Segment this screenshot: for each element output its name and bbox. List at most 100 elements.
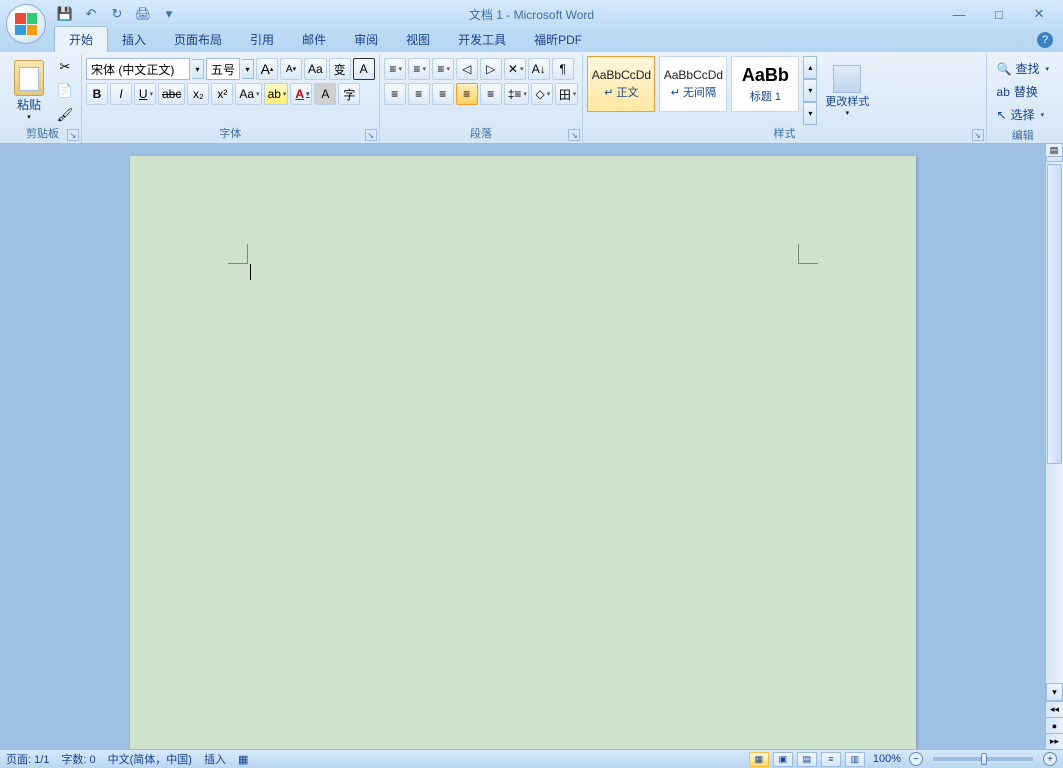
outline-view-button[interactable]: ≡ xyxy=(821,752,841,767)
font-launcher[interactable]: ↘ xyxy=(365,129,377,141)
redo-icon[interactable]: ↻ xyxy=(108,5,126,23)
close-button[interactable]: ✕ xyxy=(1027,5,1051,23)
highlight-button[interactable]: ab▾ xyxy=(264,83,289,105)
save-icon[interactable]: 💾 xyxy=(56,5,74,23)
gallery-down-button[interactable]: ▾ xyxy=(803,79,817,102)
zoom-thumb[interactable] xyxy=(981,753,987,765)
tab-home[interactable]: 开始 xyxy=(54,26,108,52)
change-styles-button[interactable]: 更改样式 ▾ xyxy=(819,56,875,125)
quick-print-icon[interactable]: 🖨 xyxy=(134,5,152,23)
font-size-dropdown[interactable]: ▾ xyxy=(242,59,254,79)
clipboard-launcher[interactable]: ↘ xyxy=(67,129,79,141)
align-justify-button[interactable]: ≡ xyxy=(456,83,478,105)
font-name-input[interactable]: 宋体 (中文正文) xyxy=(86,58,190,80)
prev-page-button[interactable]: ◂◂ xyxy=(1046,701,1063,717)
cut-button[interactable]: ✂ xyxy=(54,57,76,77)
page[interactable] xyxy=(130,156,916,749)
character-border-button[interactable]: A xyxy=(353,58,375,80)
tab-mailings[interactable]: 邮件 xyxy=(288,27,340,52)
gallery-more-button[interactable]: ▾ xyxy=(803,102,817,125)
select-button[interactable]: ↖选择▾ xyxy=(993,104,1053,125)
font-name-dropdown[interactable]: ▾ xyxy=(192,59,204,79)
sort-button[interactable]: A↓ xyxy=(528,58,550,80)
clear-formatting-button[interactable]: Aa xyxy=(304,58,327,80)
ruler-toggle-button[interactable]: ▤ xyxy=(1045,143,1063,157)
zoom-in-button[interactable]: + xyxy=(1043,752,1057,766)
office-button[interactable] xyxy=(6,4,46,44)
document-viewport[interactable] xyxy=(0,144,1045,749)
tab-page-layout[interactable]: 页面布局 xyxy=(160,27,236,52)
style-heading-1[interactable]: AaBb 标题 1 xyxy=(731,56,799,112)
styles-launcher[interactable]: ↘ xyxy=(972,129,984,141)
maximize-button[interactable]: □ xyxy=(987,5,1011,23)
browse-object-button[interactable]: ● xyxy=(1046,717,1063,733)
superscript-button[interactable]: x² xyxy=(211,83,233,105)
line-spacing-button[interactable]: ‡≡▾ xyxy=(504,83,529,105)
full-screen-view-button[interactable]: ▣ xyxy=(773,752,793,767)
tab-developer[interactable]: 开发工具 xyxy=(444,27,520,52)
numbering-button[interactable]: ≡▾ xyxy=(408,58,430,80)
shading-button[interactable]: ◇▾ xyxy=(531,83,553,105)
style-normal[interactable]: AaBbCcDd ↵ 正文 xyxy=(587,56,655,112)
multilevel-list-button[interactable]: ≡▾ xyxy=(432,58,454,80)
show-marks-button[interactable]: ¶ xyxy=(552,58,574,80)
zoom-slider[interactable] xyxy=(933,757,1033,761)
paragraph-launcher[interactable]: ↘ xyxy=(568,129,580,141)
copy-button[interactable]: 📄 xyxy=(54,81,76,101)
group-editing: 🔍查找▾ ab替换 ↖选择▾ 编辑 xyxy=(987,54,1059,143)
align-right-button[interactable]: ≡ xyxy=(432,83,454,105)
decrease-indent-button[interactable]: ◁ xyxy=(456,58,478,80)
borders-button[interactable]: 田▾ xyxy=(555,83,579,105)
shrink-font-button[interactable]: A▾ xyxy=(280,58,302,80)
font-size-input[interactable]: 五号 xyxy=(206,58,240,80)
tab-insert[interactable]: 插入 xyxy=(108,27,160,52)
tab-review[interactable]: 审阅 xyxy=(340,27,392,52)
status-macro-icon[interactable]: ▦ xyxy=(238,753,248,766)
tab-foxit-pdf[interactable]: 福昕PDF xyxy=(520,27,596,52)
qat-customize-icon[interactable]: ▾ xyxy=(160,5,178,23)
status-language[interactable]: 中文(简体，中国) xyxy=(108,751,192,767)
bullets-button[interactable]: ≡▾ xyxy=(384,58,406,80)
paste-button[interactable]: 粘贴 ▾ xyxy=(8,56,50,125)
character-shading-button[interactable]: A xyxy=(314,83,336,105)
underline-button[interactable]: U▾ xyxy=(134,83,156,105)
print-layout-view-button[interactable]: ▦ xyxy=(749,752,769,767)
font-color-button[interactable]: A▾ xyxy=(290,83,312,105)
next-page-button[interactable]: ▸▸ xyxy=(1046,733,1063,749)
phonetic-guide-button[interactable]: 变 xyxy=(329,58,351,80)
align-distributed-button[interactable]: ≡ xyxy=(480,83,502,105)
window-title: 文档 1 - Microsoft Word xyxy=(469,6,594,23)
replace-button[interactable]: ab替换 xyxy=(993,81,1053,102)
gallery-up-button[interactable]: ▴ xyxy=(803,56,817,79)
status-insert-mode[interactable]: 插入 xyxy=(204,751,226,767)
align-left-button[interactable]: ≡ xyxy=(384,83,406,105)
italic-button[interactable]: I xyxy=(110,83,132,105)
find-button[interactable]: 🔍查找▾ xyxy=(993,58,1053,79)
draft-view-button[interactable]: ▥ xyxy=(845,752,865,767)
subscript-button[interactable]: x₂ xyxy=(187,83,209,105)
web-layout-view-button[interactable]: ▤ xyxy=(797,752,817,767)
undo-icon[interactable]: ↶ xyxy=(82,5,100,23)
tab-view[interactable]: 视图 xyxy=(392,27,444,52)
bold-button[interactable]: B xyxy=(86,83,108,105)
strikethrough-button[interactable]: abc xyxy=(158,83,185,105)
scroll-down-button[interactable]: ▾ xyxy=(1046,683,1063,701)
grow-font-button[interactable]: A▴ xyxy=(256,58,278,80)
status-bar: 页面: 1/1 字数: 0 中文(简体，中国) 插入 ▦ ▦ ▣ ▤ ≡ ▥ 1… xyxy=(0,749,1063,768)
enclose-characters-button[interactable]: 字 xyxy=(338,83,360,105)
help-button[interactable]: ? xyxy=(1037,32,1053,48)
zoom-level[interactable]: 100% xyxy=(873,753,901,765)
status-page[interactable]: 页面: 1/1 xyxy=(6,751,49,767)
scroll-thumb[interactable] xyxy=(1047,164,1062,464)
tab-references[interactable]: 引用 xyxy=(236,27,288,52)
status-word-count[interactable]: 字数: 0 xyxy=(61,751,95,767)
scroll-track[interactable] xyxy=(1046,162,1063,683)
format-painter-button[interactable]: 🖌 xyxy=(54,105,76,125)
style-no-spacing[interactable]: AaBbCcDd ↵ 无间隔 xyxy=(659,56,727,112)
align-center-button[interactable]: ≡ xyxy=(408,83,430,105)
zoom-out-button[interactable]: − xyxy=(909,752,923,766)
minimize-button[interactable]: — xyxy=(947,5,971,23)
asian-layout-button[interactable]: ✕▾ xyxy=(504,58,526,80)
change-case-button[interactable]: Aa▾ xyxy=(235,83,261,105)
increase-indent-button[interactable]: ▷ xyxy=(480,58,502,80)
